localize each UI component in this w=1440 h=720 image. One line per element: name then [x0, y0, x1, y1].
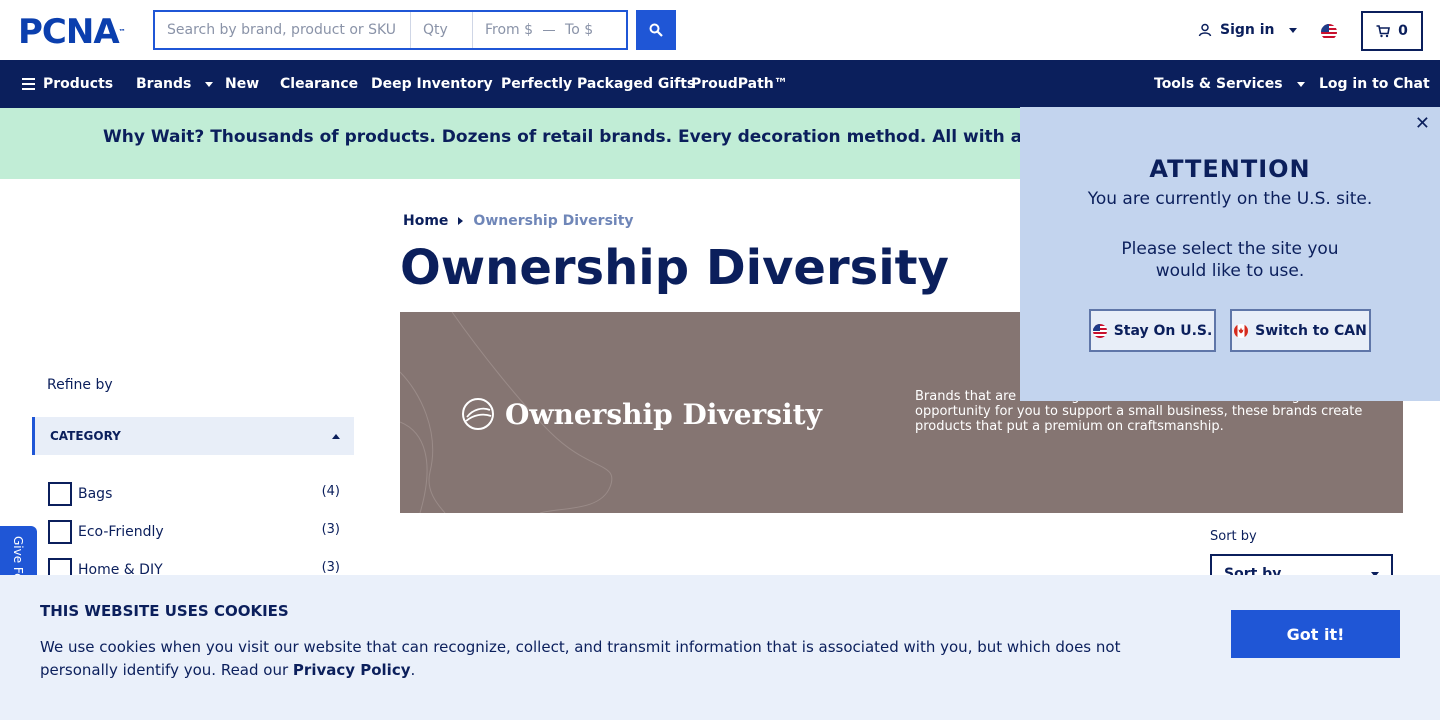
chevron-right-icon — [458, 217, 464, 225]
cookie-period: . — [410, 661, 416, 679]
category-option-label: Bags — [78, 486, 113, 502]
site-selection-modal: ✕ ATTENTION You are currently on the U.S… — [1020, 107, 1440, 401]
refine-by-label: Refine by — [47, 377, 113, 393]
nav-clearance-label: Clearance — [280, 76, 359, 92]
attention-prompt-line1: Please select the site you — [1121, 239, 1339, 259]
category-option-count: (3) — [321, 521, 340, 537]
breadcrumb: Home Ownership Diversity — [403, 213, 634, 229]
chevron-down-icon — [205, 81, 214, 87]
cookie-title: THIS WEBSITE USES COOKIES — [40, 602, 289, 620]
cart-icon — [1376, 24, 1391, 37]
stay-on-us-label: Stay On U.S. — [1113, 322, 1213, 339]
category-option-label: Eco-Friendly — [78, 524, 164, 540]
price-range: From $ To $ — [473, 12, 626, 48]
main-nav: Products Brands New Clearance Deep Inven… — [0, 60, 1440, 108]
us-flag-icon[interactable] — [1321, 24, 1337, 40]
nav-products-label: Products — [43, 76, 114, 92]
page-title: Ownership Diversity — [400, 240, 949, 296]
search-input[interactable]: Search by brand, product or SKU — [155, 12, 411, 48]
search-icon — [649, 23, 663, 37]
sign-in-label: Sign in — [1220, 22, 1275, 38]
stay-on-us-button[interactable]: Stay On U.S. — [1089, 309, 1216, 352]
category-option[interactable]: Bags (4) — [48, 482, 340, 506]
menu-icon — [22, 78, 35, 90]
chevron-down-icon — [1296, 81, 1305, 87]
cart-count: 0 — [1398, 23, 1408, 39]
nav-proudpath-label: ProudPath™ — [691, 76, 788, 92]
attention-current-site: You are currently on the U.S. site. — [1087, 189, 1373, 209]
checkbox[interactable] — [48, 520, 72, 544]
ownership-diversity-logo-icon — [462, 398, 494, 430]
nav-gifts[interactable]: Perfectly Packaged Gifts — [501, 76, 695, 92]
attention-title: ATTENTION — [1149, 155, 1311, 183]
cart-button[interactable]: 0 — [1361, 11, 1423, 51]
switch-to-can-label: Switch to CAN — [1255, 322, 1367, 339]
nav-deep-inventory[interactable]: Deep Inventory — [371, 76, 493, 92]
close-icon[interactable]: ✕ — [1415, 115, 1430, 133]
search-bar: Search by brand, product or SKU Qty From… — [153, 10, 628, 50]
got-it-button[interactable]: Got it! — [1231, 610, 1400, 658]
nav-new-label: New — [225, 76, 260, 92]
cookie-body: We use cookies when you visit our websit… — [40, 638, 1121, 679]
category-option-count: (4) — [321, 483, 340, 499]
pcna-logo[interactable]: PCNA™ — [18, 15, 126, 49]
privacy-policy-link[interactable]: Privacy Policy — [293, 661, 411, 679]
range-dash — [543, 29, 556, 31]
nav-new[interactable]: New — [225, 76, 259, 92]
page: PCNA™ Search by brand, product or SKU Qt… — [0, 0, 1440, 720]
category-option[interactable]: Eco-Friendly (3) — [48, 520, 340, 544]
switch-to-can-button[interactable]: Switch to CAN — [1230, 309, 1371, 352]
nav-products[interactable]: Products — [22, 76, 113, 92]
chevron-up-icon — [332, 433, 340, 439]
checkbox[interactable] — [48, 482, 72, 506]
promo-text: Why Wait? Thousands of products. Dozens … — [103, 127, 1115, 147]
user-icon — [1198, 23, 1212, 37]
chevron-down-icon — [1288, 27, 1297, 33]
price-from-input[interactable]: From $ — [485, 22, 533, 38]
attention-prompt-line2: would like to use. — [1155, 261, 1305, 281]
nav-deep-inventory-label: Deep Inventory — [371, 76, 493, 92]
logo-tm: ™ — [118, 28, 126, 36]
nav-proudpath[interactable]: ProudPath™ — [691, 76, 788, 92]
nav-clearance[interactable]: Clearance — [280, 76, 358, 92]
nav-tools-label: Tools & Services — [1154, 76, 1283, 92]
category-filter-header[interactable]: CATEGORY — [32, 417, 354, 455]
price-to-input[interactable]: To $ — [565, 22, 593, 38]
category-label: CATEGORY — [50, 429, 121, 443]
header: PCNA™ Search by brand, product or SKU Qt… — [0, 0, 1440, 60]
category-option-count: (3) — [321, 559, 340, 575]
cookie-text: We use cookies when you visit our websit… — [40, 636, 1130, 682]
sign-in-menu[interactable]: Sign in — [1198, 22, 1297, 38]
nav-brands-label: Brands — [136, 76, 192, 92]
nav-brands[interactable]: Brands — [136, 76, 214, 92]
nav-chat-label: Log in to Chat — [1319, 76, 1430, 92]
nav-tools[interactable]: Tools & Services — [1154, 76, 1305, 92]
us-flag-icon — [1092, 323, 1107, 338]
search-button[interactable] — [636, 10, 676, 50]
breadcrumb-home[interactable]: Home — [403, 213, 448, 229]
hero-brand-name: Ownership Diversity — [505, 397, 822, 431]
logo-text: PCNA — [18, 12, 120, 52]
nav-chat[interactable]: Log in to Chat — [1319, 76, 1430, 92]
cookie-banner: THIS WEBSITE USES COOKIES We use cookies… — [0, 575, 1440, 720]
nav-gifts-label: Perfectly Packaged Gifts — [501, 76, 696, 92]
hero-brand-logo: Ownership Diversity — [461, 397, 822, 431]
qty-input[interactable]: Qty — [411, 12, 473, 48]
canada-flag-icon — [1234, 323, 1249, 338]
sort-by-label: Sort by — [1210, 529, 1257, 544]
breadcrumb-current: Ownership Diversity — [473, 213, 634, 229]
